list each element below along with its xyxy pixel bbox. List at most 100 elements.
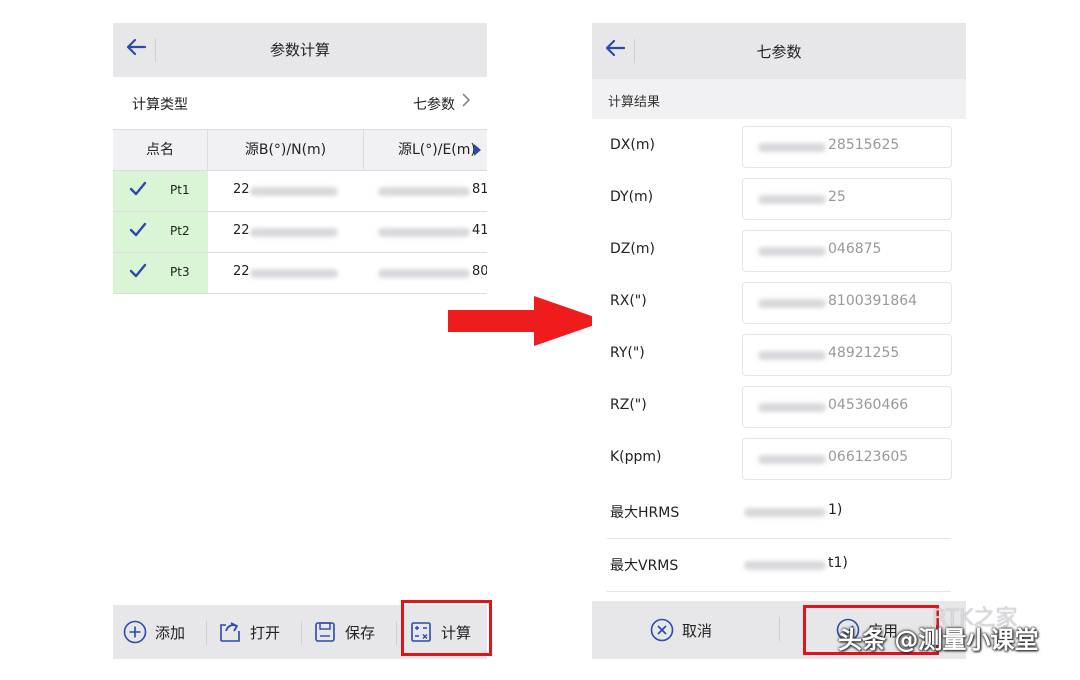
- source-b-value: 22: [233, 182, 250, 197]
- close-circle-icon: [650, 618, 674, 642]
- point-name-cell: Pt1: [113, 171, 208, 211]
- source-b-value: 22: [233, 264, 250, 279]
- param-row-dy: DY(m) 25: [592, 173, 966, 225]
- calc-type-row[interactable]: 计算类型 七参数: [113, 77, 487, 129]
- add-button[interactable]: 添加: [123, 605, 185, 659]
- divider: [779, 617, 780, 641]
- table-row[interactable]: Pt3 22 80I: [113, 253, 487, 294]
- table-header: 点名 源B(°)/N(m) 源L(°)/E(m): [113, 129, 487, 171]
- point-name-cell: Pt2: [113, 212, 208, 252]
- param-value: 8100391864: [828, 293, 918, 309]
- param-value: 066123605: [828, 449, 909, 465]
- param-label: RZ("): [610, 397, 647, 413]
- calc-type-value: 七参数: [413, 97, 455, 113]
- column-header-source-l[interactable]: 源L(°)/E(m): [364, 130, 487, 171]
- blurred-value: [250, 187, 338, 196]
- param-label: DX(m): [610, 137, 655, 153]
- blurred-value: [378, 269, 470, 278]
- results-section-header: 计算结果: [592, 79, 966, 119]
- table-row[interactable]: Pt1 22 81I: [113, 171, 487, 212]
- stat-value: t1): [828, 555, 848, 571]
- point-name: Pt1: [170, 183, 190, 197]
- column-header-source-l-label: 源L(°)/E(m): [398, 142, 476, 158]
- param-label: RY("): [610, 345, 645, 361]
- column-header-source-b[interactable]: 源B(°)/N(m): [208, 130, 364, 171]
- source-l-cell: 41I: [364, 212, 487, 252]
- source-l-value: 80I: [472, 264, 487, 279]
- blurred-value: [378, 228, 470, 237]
- column-header-point-name[interactable]: 点名: [113, 130, 208, 171]
- comparison-stage: 参数计算 计算类型 七参数 点名 源B(°)/N(m) 源L(°)/E(m) P…: [0, 0, 1080, 680]
- top-bar: 参数计算: [113, 23, 487, 77]
- save-button-label: 保存: [345, 623, 376, 642]
- points-table: 点名 源B(°)/N(m) 源L(°)/E(m) Pt1 22 81 Pt2 2…: [113, 129, 487, 294]
- source-b-cell: 22: [208, 171, 364, 211]
- param-label: DY(m): [610, 189, 654, 205]
- watermark: 头条 @测量小课堂: [838, 626, 1039, 654]
- blurred-value: [744, 508, 826, 517]
- results-section-label: 计算结果: [608, 95, 661, 110]
- page-title: 七参数: [756, 43, 802, 61]
- source-b-cell: 22: [208, 253, 364, 293]
- cancel-button[interactable]: 取消: [650, 601, 712, 659]
- param-row-rz: RZ(") 045360466: [592, 381, 966, 433]
- point-name: Pt3: [170, 265, 190, 279]
- save-button[interactable]: 保存: [313, 605, 375, 659]
- transition-arrow-icon: [448, 296, 606, 346]
- open-button-label: 打开: [250, 623, 281, 642]
- calculate-highlight-box: [401, 600, 492, 656]
- source-l-cell: 80I: [364, 253, 487, 293]
- calc-type-label: 计算类型: [132, 97, 188, 113]
- param-value: 045360466: [828, 397, 909, 413]
- top-bar: 七参数: [592, 23, 966, 79]
- blurred-value: [758, 143, 826, 152]
- checkmark-icon[interactable]: [129, 262, 147, 280]
- param-row-k: K(ppm) 066123605: [592, 433, 966, 485]
- stat-row-max-hrms: 最大HRMS 1): [592, 486, 966, 538]
- param-label: RX("): [610, 293, 647, 309]
- stat-row-max-vrms: 最大VRMS t1): [592, 539, 966, 591]
- param-value: 046875: [828, 241, 882, 257]
- point-name-cell: Pt3: [113, 253, 208, 293]
- page-title: 参数计算: [269, 41, 330, 59]
- plus-circle-icon: [123, 620, 147, 644]
- stat-label: 最大HRMS: [610, 505, 680, 521]
- divider: [301, 621, 302, 645]
- blurred-value: [758, 247, 826, 256]
- param-value: 25: [828, 189, 846, 205]
- add-button-label: 添加: [155, 623, 186, 642]
- divider: [607, 591, 951, 592]
- blurred-value: [758, 195, 826, 204]
- chevron-right-icon: [461, 92, 471, 113]
- blurred-value: [758, 299, 826, 308]
- blurred-value: [744, 561, 826, 570]
- blurred-value: [758, 351, 826, 360]
- source-l-value: 81I: [472, 182, 487, 197]
- divider: [206, 621, 207, 645]
- blurred-value: [250, 228, 338, 237]
- blurred-value: [758, 455, 826, 464]
- open-button[interactable]: 打开: [218, 605, 280, 659]
- stat-label: 最大VRMS: [610, 558, 679, 574]
- checkmark-icon[interactable]: [129, 180, 147, 198]
- param-value: 48921255: [828, 345, 900, 361]
- table-row[interactable]: Pt2 22 41I: [113, 212, 487, 253]
- blurred-value: [758, 403, 826, 412]
- param-row-rx: RX(") 8100391864: [592, 277, 966, 329]
- open-file-icon: [218, 620, 242, 644]
- blurred-value: [378, 187, 470, 196]
- source-b-value: 22: [233, 223, 250, 238]
- param-row-ry: RY(") 48921255: [592, 329, 966, 381]
- divider: [396, 621, 397, 645]
- param-label: DZ(m): [610, 241, 655, 257]
- source-l-value: 41I: [472, 223, 487, 238]
- scroll-right-arrow-icon[interactable]: [474, 144, 481, 156]
- stat-value: 1): [828, 502, 843, 518]
- checkmark-icon[interactable]: [129, 221, 147, 239]
- source-b-cell: 22: [208, 212, 364, 252]
- param-row-dz: DZ(m) 046875: [592, 225, 966, 277]
- cancel-button-label: 取消: [682, 621, 713, 640]
- param-label: K(ppm): [610, 449, 662, 465]
- param-value: 28515625: [828, 137, 900, 153]
- param-calc-screen: 参数计算 计算类型 七参数 点名 源B(°)/N(m) 源L(°)/E(m) P…: [113, 23, 487, 659]
